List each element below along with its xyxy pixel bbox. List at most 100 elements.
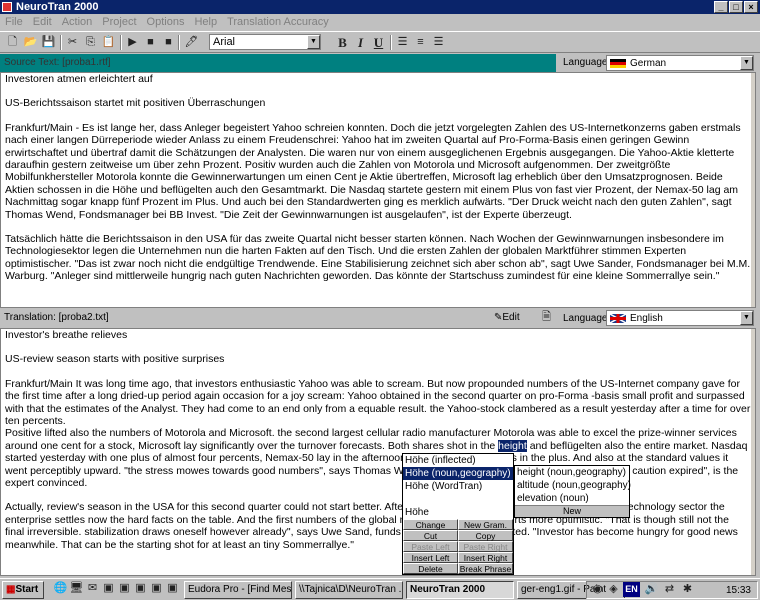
paste-left-button[interactable]: Paste Left — [403, 541, 458, 552]
menu-item-hoehe[interactable]: Höhe — [403, 506, 513, 519]
new-gram-button[interactable]: New Gram. — [458, 519, 513, 530]
paste-icon[interactable]: 📋 — [100, 35, 117, 50]
translation-header: Translation: [proba2.txt] ✎Edit 🗎 Langua… — [0, 308, 760, 328]
quick-launch-icon[interactable]: ▣ — [164, 581, 181, 596]
toolbar-separator — [390, 35, 392, 50]
italic-button[interactable]: I — [352, 35, 369, 50]
align-left-icon[interactable]: ☰ — [394, 35, 411, 50]
translation-text-area[interactable]: Investor's breathe relieves US-review se… — [0, 328, 756, 576]
chevron-down-icon[interactable]: ▼ — [740, 56, 753, 70]
source-paragraph: Frankfurt/Main - Es ist lange her, dass … — [5, 121, 741, 221]
taskbar-button-explorer[interactable]: \\Tajnica\D\NeuroTran ... — [295, 581, 403, 599]
translation-language-label: Language: — [563, 313, 611, 324]
menu-help[interactable]: Help — [189, 14, 222, 30]
menu-item-hoehe-inflected[interactable]: Höhe (inflected) — [403, 454, 513, 467]
tray-icon[interactable]: ◈ — [605, 582, 622, 597]
maximize-button[interactable]: □ — [729, 1, 743, 13]
quick-launch-icon[interactable]: ▣ — [148, 581, 165, 596]
menu-item-empty[interactable] — [403, 493, 513, 506]
paste-right-button[interactable]: Paste Right — [458, 541, 513, 552]
stop-icon[interactable]: ■ — [142, 35, 159, 50]
edit-button[interactable]: ✎Edit — [494, 310, 528, 326]
outlook-icon[interactable]: ✉ — [84, 581, 101, 596]
cut-button[interactable]: Cut — [403, 530, 458, 541]
german-flag-icon — [610, 59, 626, 68]
scrollbar[interactable] — [751, 73, 755, 307]
taskbar: ▦Start 🌐 🖥 ✉ ▣ ▣ ▣ ▣ ▣ Eudora Pro - [Fin… — [0, 578, 760, 600]
menu-item-hoehe-wordtran[interactable]: Höhe (WordTran) — [403, 480, 513, 493]
submenu-item-altitude[interactable]: altitude (noun,geography) — [515, 479, 631, 492]
menu-file[interactable]: File — [0, 14, 28, 30]
align-right-icon[interactable]: ☰ — [430, 35, 447, 50]
minimize-button[interactable]: _ — [714, 1, 728, 13]
translation-paragraph: US-review season starts with positive su… — [5, 353, 225, 366]
change-button[interactable]: Change — [403, 519, 458, 530]
taskbar-button-neurotran[interactable]: NeuroTran 2000 — [406, 581, 514, 599]
clock: 15:33 — [725, 585, 751, 596]
copy-button[interactable]: Copy — [458, 530, 513, 541]
cut-icon[interactable]: ✂ — [64, 35, 81, 50]
save-icon[interactable]: 💾 — [40, 35, 57, 50]
edit-button-label: Edit — [502, 312, 520, 323]
source-label-bar: Source Text: [proba1.rtf] — [0, 54, 556, 72]
menu-edit[interactable]: Edit — [28, 14, 57, 30]
bold-button[interactable]: B — [334, 35, 351, 50]
internet-explorer-icon[interactable]: 🌐 — [52, 581, 69, 596]
translate-play-icon[interactable]: ▶ — [124, 35, 141, 50]
source-text-area[interactable]: Investoren atmen erleichtert auf US-Beric… — [0, 72, 756, 308]
open-folder-icon[interactable]: 📂 — [22, 35, 39, 50]
toolbar-separator — [60, 35, 62, 50]
menu-translation-accuracy[interactable]: Translation Accuracy — [222, 14, 334, 30]
new-meaning-button[interactable]: New — [515, 505, 629, 517]
quick-launch-icon[interactable]: ▣ — [100, 581, 117, 596]
submenu-item-elevation[interactable]: elevation (noun) — [515, 492, 629, 505]
scrollbar[interactable] — [751, 329, 755, 575]
source-language-select[interactable]: German ▼ — [606, 55, 754, 71]
english-flag-icon — [610, 314, 626, 323]
chevron-down-icon[interactable]: ▼ — [307, 35, 320, 49]
insert-right-button[interactable]: Insert Right — [458, 552, 513, 563]
submenu-item-height[interactable]: height (noun,geography) — [515, 466, 629, 479]
quick-launch-icon[interactable]: ▣ — [132, 581, 149, 596]
break-phrase-button[interactable]: Break Phrase — [458, 563, 513, 574]
copy-icon[interactable]: ⎘ — [82, 35, 99, 50]
volume-icon[interactable]: 🔊 — [643, 582, 660, 597]
document-icon[interactable]: 🗎 — [538, 310, 555, 325]
menu-project[interactable]: Project — [97, 14, 141, 30]
stop-all-icon[interactable]: ■ — [160, 35, 177, 50]
underline-button[interactable]: U — [370, 35, 387, 50]
close-button[interactable]: × — [744, 1, 758, 13]
insert-left-button[interactable]: Insert Left — [403, 552, 458, 563]
menu-item-hoehe-noun-geography[interactable]: Höhe (noun,geography) — [403, 467, 513, 480]
menu-options[interactable]: Options — [142, 14, 190, 30]
quick-launch-icon[interactable]: ▣ — [116, 581, 133, 596]
source-file-label: Source Text: [proba1.rtf] — [4, 57, 111, 68]
translation-language-select[interactable]: English ▼ — [606, 310, 754, 326]
chevron-down-icon[interactable]: ▼ — [740, 311, 753, 325]
taskbar-button-eudora[interactable]: Eudora Pro - [Find Mes... — [184, 581, 292, 599]
align-center-icon[interactable]: ≡ — [412, 35, 429, 50]
new-file-icon[interactable]: 🗋 — [4, 35, 21, 50]
meaning-submenu: height (noun,geography) altitude (noun,g… — [514, 465, 631, 518]
tray-icon[interactable]: ✱ — [679, 582, 696, 597]
language-indicator[interactable]: EN — [623, 582, 640, 597]
translation-language-value: English — [630, 313, 663, 324]
start-button[interactable]: ▦Start — [2, 581, 44, 599]
font-select[interactable]: Arial ▼ — [209, 34, 321, 50]
menu-action[interactable]: Action — [57, 14, 98, 30]
title-bar: NeuroTran 2000 _ □ × — [0, 0, 760, 14]
network-icon[interactable]: ⇄ — [661, 582, 678, 597]
show-desktop-icon[interactable]: 🖥 — [68, 581, 85, 596]
toolbar-separator — [178, 35, 180, 50]
dictionary-icon[interactable]: 🖊 — [183, 35, 200, 50]
context-button-grid: Change New Gram. Cut Copy Paste Left Pas… — [403, 519, 513, 574]
delete-button[interactable]: Delete — [403, 563, 458, 574]
menu-bar: File Edit Action Project Options Help Translat… — [0, 14, 760, 30]
selected-word[interactable]: height — [498, 439, 527, 452]
tray-icon[interactable]: ◉ — [589, 582, 606, 597]
source-paragraph: Tatsächlich hätte die Berichtssaison in … — [5, 233, 751, 283]
